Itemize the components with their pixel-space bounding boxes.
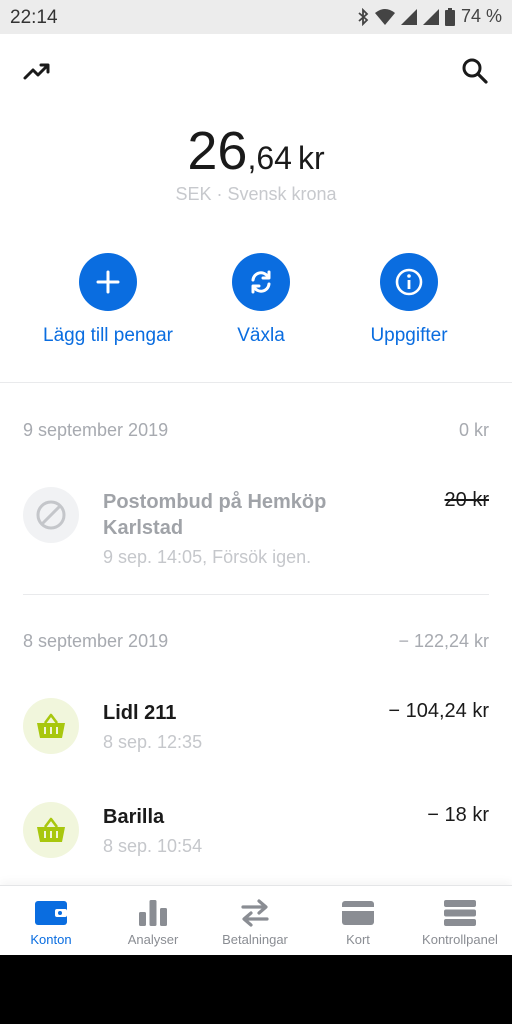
nav-item-payments[interactable]: Betalningar: [204, 886, 306, 955]
bar-chart-icon: [139, 900, 167, 926]
balance-currency: kr: [297, 140, 325, 176]
blocked-icon: [23, 487, 79, 543]
transaction-title: Barilla: [103, 806, 165, 828]
transaction-meta: 8 sep. 10:54: [103, 836, 203, 856]
balance-decimal: ,64: [247, 140, 292, 176]
nav-label: Analyser: [127, 932, 179, 947]
transaction-title-line2: Karlstad: [103, 517, 184, 539]
currency-subtitle: SEK · Svensk krona: [175, 184, 337, 204]
transaction-meta: 8 sep. 12:35: [103, 732, 203, 752]
transaction-title-line1: Postombud på Hemköp: [103, 491, 327, 513]
trending-up-icon[interactable]: [22, 56, 52, 86]
bluetooth-icon: [358, 7, 369, 26]
nav-label: Konton: [30, 932, 72, 947]
details-button[interactable]: Uppgifter: [319, 253, 499, 347]
divider: [0, 382, 512, 383]
app-screen: 22:14 74 % 26,64 kr SEK · Svensk krona Lä…: [0, 0, 512, 955]
transfer-arrows-icon: [241, 899, 269, 927]
account-balance: 26,64 kr: [0, 120, 512, 182]
transaction-meta: 9 sep. 14:05, Försök igen.: [103, 547, 312, 567]
shopping-basket-icon: [23, 802, 79, 858]
nav-item-analytics[interactable]: Analyser: [102, 886, 204, 955]
date-total: − 122,24 kr: [398, 631, 489, 651]
divider: [23, 594, 489, 595]
transaction-amount: − 104,24 kr: [388, 700, 489, 722]
plus-icon[interactable]: [79, 253, 137, 311]
transaction-amount: 20 kr: [444, 489, 489, 511]
balance-integer: 26: [187, 121, 248, 181]
shopping-basket-icon: [23, 698, 79, 754]
stack-icon: [444, 900, 476, 926]
wifi-icon: [374, 8, 395, 25]
status-bar: 22:14 74 %: [0, 0, 512, 34]
transaction-amount: − 18 kr: [427, 804, 489, 826]
nav-label: Kontrollpanel: [422, 932, 498, 947]
info-icon[interactable]: [380, 253, 438, 311]
date-label: 8 september 2019: [23, 631, 169, 651]
nav-label: Kort: [346, 932, 370, 947]
nav-label: Betalningar: [222, 932, 288, 947]
signal-icon: [422, 8, 439, 25]
nav-item-dashboard[interactable]: Kontrollpanel: [409, 886, 511, 955]
exchange-icon[interactable]: [232, 253, 290, 311]
transaction-row[interactable]: Postombud på Hemköp Karlstad 9 sep. 14:0…: [23, 487, 489, 567]
date-total: 0 kr: [458, 420, 489, 440]
battery-icon: [444, 7, 455, 26]
wallet-icon: [35, 901, 67, 925]
battery-percent: 74 %: [460, 6, 502, 26]
transaction-title: Postombud på Hemköp Karlstad: [103, 489, 326, 541]
card-icon: [342, 901, 374, 925]
date-header: 8 september 2019 − 122,24 kr: [23, 631, 489, 652]
date-label: 9 september 2019: [23, 420, 169, 440]
bottom-navigation: Konton Analyser Betalningar Kort Kontrol…: [0, 885, 512, 955]
status-icons: 74 %: [357, 6, 502, 27]
nav-item-card[interactable]: Kort: [307, 886, 409, 955]
signal-icon: [400, 8, 417, 25]
nav-item-accounts[interactable]: Konton: [0, 886, 102, 955]
transaction-row[interactable]: Lidl 211 8 sep. 12:35 − 104,24 kr: [23, 698, 489, 758]
date-header: 9 september 2019 0 kr: [23, 420, 489, 441]
details-label[interactable]: Uppgifter: [319, 325, 499, 347]
transaction-row[interactable]: Barilla 8 sep. 10:54 − 18 kr: [23, 802, 489, 862]
transaction-title: Lidl 211: [103, 702, 177, 724]
status-time: 22:14: [10, 7, 58, 28]
search-icon[interactable]: [460, 56, 490, 86]
